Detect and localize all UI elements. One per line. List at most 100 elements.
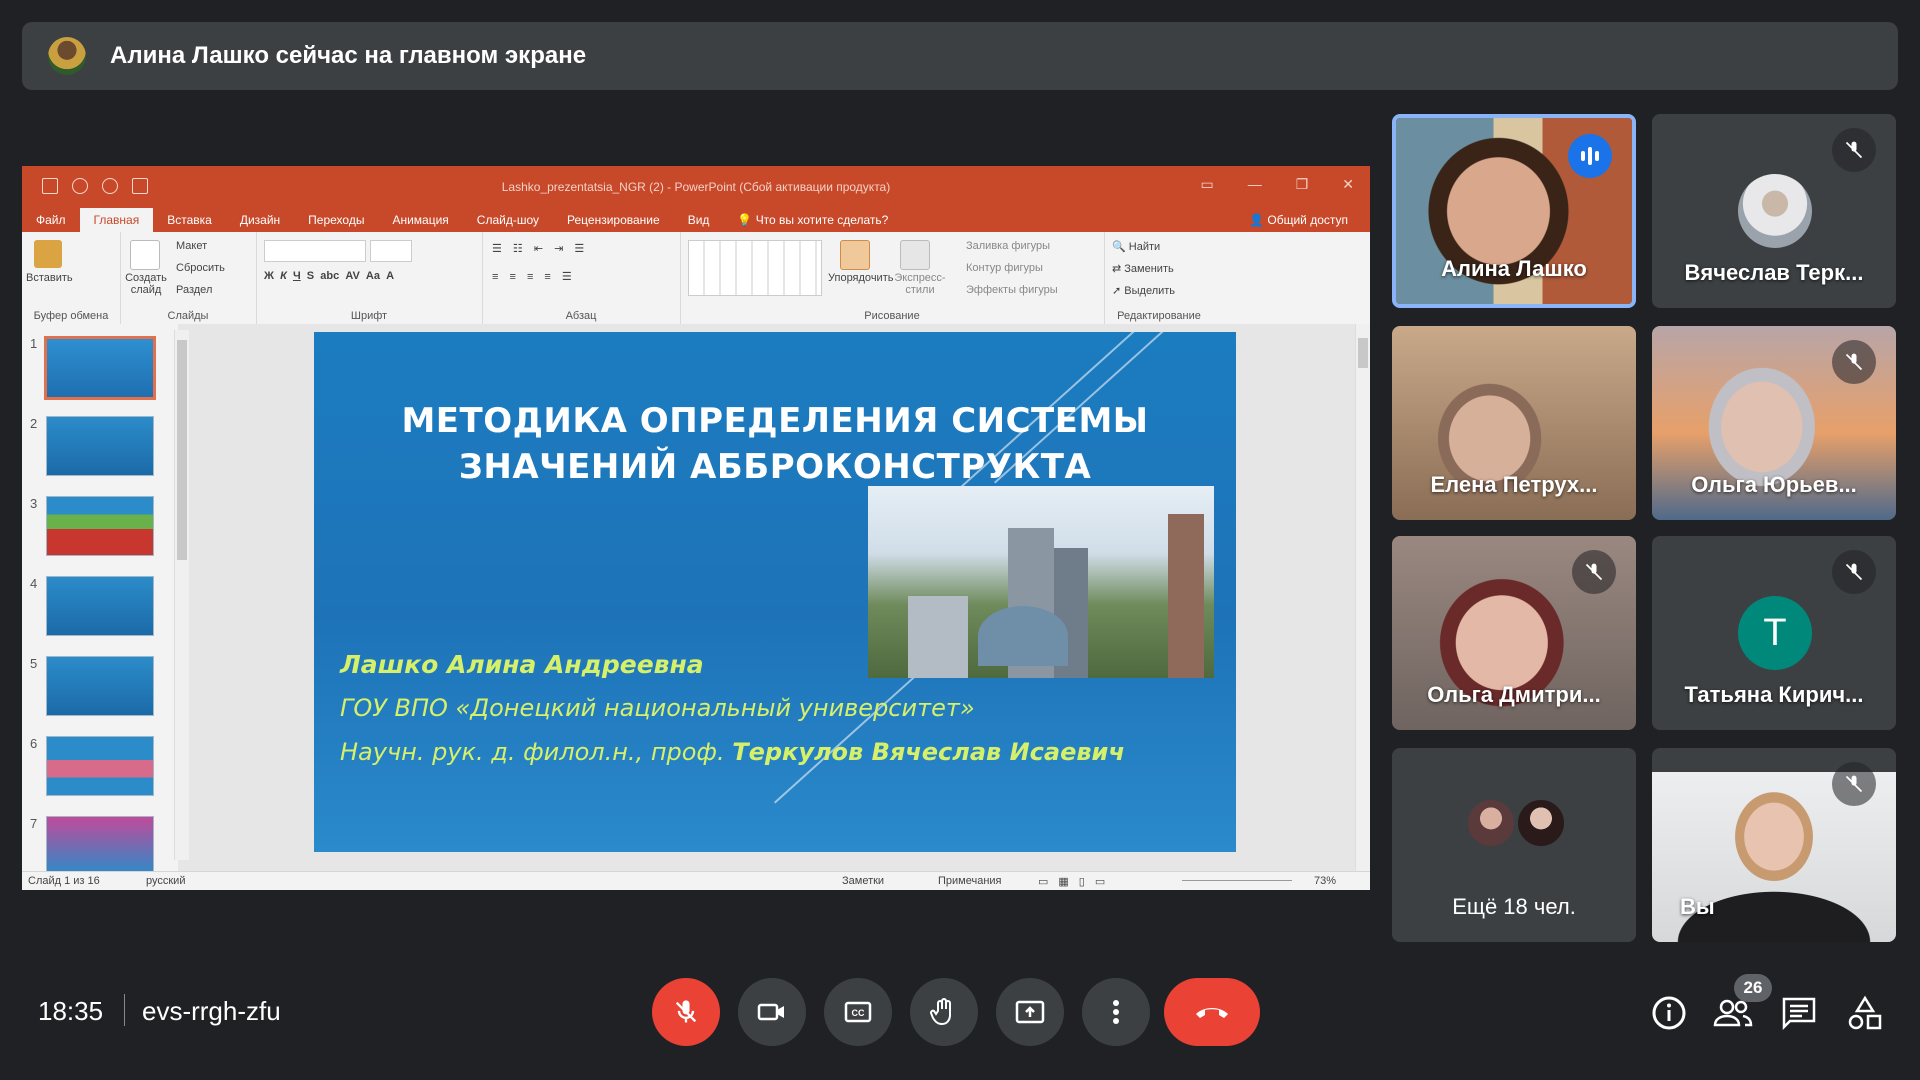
section-button: Раздел [176,284,213,296]
presenter-banner: Алина Лашко сейчас на главном экране [22,22,1898,90]
tab-home: Главная [79,208,154,232]
font-name-field [264,240,366,262]
tab-insert: Вставка [167,213,212,227]
thumb-number: 1 [30,336,38,351]
slide-thumb [44,336,156,400]
chat-icon [1782,997,1816,1030]
participant-tile[interactable]: Ольга Дмитри... [1392,536,1636,730]
arrange-label: Упорядочить [828,272,894,284]
thumb-number: 2 [30,416,38,431]
minimize-icon: — [1247,176,1262,192]
ribbon-display-icon: ▭ [1200,176,1214,192]
participant-name: Ольга Дмитри... [1427,682,1601,707]
participant-tile[interactable]: Вячеслав Терк... [1652,114,1896,308]
slide-title-line1: МЕТОДИКА ОПРЕДЕЛЕНИЯ СИСТЕМЫ [401,401,1149,441]
mic-toggle-button[interactable] [652,978,720,1046]
camera-toggle-button[interactable] [738,978,806,1046]
activities-icon [1848,995,1882,1030]
participant-tile[interactable]: Ольга Юрьев... [1652,326,1896,520]
activities-button[interactable] [1844,992,1886,1034]
speaking-indicator-icon [1568,134,1612,178]
editing-group-label: Редактирование [1117,310,1201,322]
participant-initial-avatar: T [1738,596,1812,670]
slide-thumb [46,656,154,716]
slide-thumb [46,496,154,556]
participant-name: Ольга Юрьев... [1691,472,1857,497]
mic-off-icon [1832,128,1876,172]
thumb-number: 5 [30,656,38,671]
window-controls: ▭ — ❐ ✕ [1200,176,1354,193]
thumb-number: 3 [30,496,38,511]
participant-tile[interactable]: T Татьяна Кирич... [1652,536,1896,730]
paragraph-group-label: Абзац [565,310,597,322]
slide-supervisor: Научн. рук. д. филол.н., проф. Теркулов … [340,738,1125,766]
present-screen-button[interactable] [996,978,1064,1046]
mic-off-icon [675,1000,697,1023]
clipboard-group: Вставить Буфер обмена [22,232,121,324]
slide-title-line2: ЗНАЧЕНИЙ АББРОКОНСТРУКТА [458,447,1092,487]
find-button: 🔍 Найти [1112,241,1161,253]
font-group-label: Шрифт [350,310,388,322]
tab-file: Файл [36,213,66,227]
leave-call-button[interactable] [1164,978,1260,1046]
raise-hand-button[interactable] [910,978,978,1046]
participant-tile[interactable]: Елена Петрух... [1392,326,1636,520]
thumb-number: 7 [30,816,38,831]
more-options-button[interactable] [1082,978,1150,1046]
ppt-ribbon: Вставить Буфер обмена Создать слайд Маке… [22,232,1370,325]
thumb-number: 4 [30,576,38,591]
participant-name: Татьяна Кирич... [1684,682,1864,707]
shape-effects-button: Эффекты фигуры [966,284,1058,296]
slide-scrollbar [1355,324,1370,872]
chat-button[interactable] [1778,992,1820,1034]
replace-button: ⇄ Заменить [1112,263,1174,275]
mic-off-icon [1832,762,1876,806]
svg-text:CC: CC [852,1008,865,1018]
shared-screen: Lashko_prezentatsia_NGR (2) - PowerPoint… [22,166,1370,890]
editing-group: 🔍 Найти ⇄ Заменить ➚ Выделить Редактиров… [1104,232,1214,324]
more-participants-label: Ещё 18 чел. [1452,894,1576,919]
share-button: 👤 Общий доступ [1249,213,1348,227]
presenter-avatar [48,37,86,75]
self-name: Вы [1680,894,1715,919]
meeting-details-button[interactable] [1648,992,1690,1034]
captions-icon: CC [844,1001,872,1023]
drawing-group-label: Рисование [864,310,920,322]
camera-icon [757,1003,784,1021]
zoom-level: 73% [1314,875,1337,887]
maximize-icon: ❐ [1295,176,1309,192]
captions-button[interactable]: CC [824,978,892,1046]
comments-button: Примечания [938,875,1002,887]
zoom-slider [1182,880,1292,881]
notes-button: Заметки [842,875,885,887]
quick-styles-icon [900,240,930,270]
tell-me-search: 💡 Что вы хотите сделать? [737,213,889,227]
paste-label: Вставить [26,272,73,284]
self-view-tile[interactable]: Вы [1652,748,1896,942]
slide-thumb [46,736,154,796]
participant-name: Вячеслав Терк... [1684,260,1864,285]
slide-counter: Слайд 1 из 16 [28,875,100,887]
slides-group-label: Слайды [167,310,209,322]
slide-title: МЕТОДИКА ОПРЕДЕЛЕНИЯ СИСТЕМЫ ЗНАЧЕНИЙ АБ… [314,398,1236,490]
participant-avatar [1466,798,1516,848]
reset-button: Сбросить [176,262,225,274]
more-participants-tile[interactable]: Ещё 18 чел. [1392,748,1636,942]
paste-icon [34,240,62,268]
bold-icon: Ж К Ч S abc AV Aa A [264,270,395,282]
tab-animation: Анимация [392,213,449,227]
mic-off-icon [1572,550,1616,594]
slide-organization: ГОУ ВПО «Донецкий национальный университ… [340,694,975,722]
hang-up-icon [1196,1008,1228,1018]
tab-slideshow: Слайд-шоу [476,213,540,227]
ppt-titlebar: Lashko_prezentatsia_NGR (2) - PowerPoint… [22,166,1370,208]
participant-avatar [1516,798,1566,848]
view-icons: ▭▦▯▭ [1038,876,1116,888]
participant-name: Алина Лашко [1441,256,1587,281]
ppt-tabs: Файл Главная Вставка Дизайн Переходы Ани… [22,208,1370,232]
presenter-banner-text: Алина Лашко сейчас на главном экране [110,42,587,69]
participant-tile[interactable]: Алина Лашко [1392,114,1636,308]
new-slide-icon [130,240,160,270]
list-icons: ☰ ☷ ⇤ ⇥ ☰ [492,243,589,255]
hand-icon [930,998,951,1026]
